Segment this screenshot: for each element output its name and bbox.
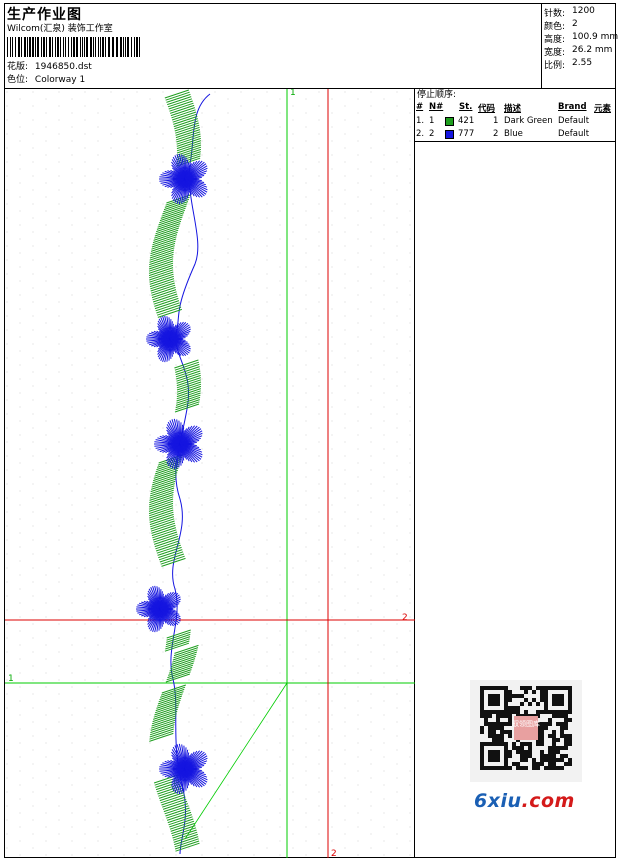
page-title: 生产作业图 — [7, 7, 82, 23]
design-name: 花版: 1946850.dst — [7, 62, 92, 73]
stat-value: 26.2 mm — [572, 45, 613, 55]
stat-label: 高度: — [544, 35, 566, 45]
col-header-brand: Brand — [558, 102, 587, 112]
row-description: Dark Green — [504, 116, 553, 126]
table-row: 1. 1 421 1 Dark Green Default — [416, 116, 614, 128]
row-code: 1 — [493, 116, 499, 126]
watermark-main: 6xiu — [474, 790, 522, 812]
guide-label-green-left: 1 — [8, 674, 14, 684]
stat-value: 100.9 mm — [572, 32, 619, 42]
table-bottom-line — [414, 141, 616, 142]
col-header-stitches: St. — [459, 102, 473, 112]
canvas-background — [5, 89, 415, 858]
stats-divider — [541, 3, 542, 88]
watermark-brand: 6xiu.com — [474, 790, 575, 812]
stat-label: 颜色: — [544, 22, 566, 32]
guide-label-green-top: 1 — [290, 89, 296, 98]
colorway-label: 色位: — [7, 75, 29, 85]
stat-scale: 比例: 2.55 — [544, 58, 592, 71]
row-stitches: 777 — [458, 129, 475, 139]
design-value: 1946850.dst — [34, 62, 92, 72]
qr-logo-text: 驭领图库 — [512, 719, 540, 728]
row-index: 1. — [416, 116, 425, 126]
barcode — [7, 37, 140, 57]
studio-name: Wilcom(汇泉) 装饰工作室 — [7, 24, 113, 34]
stat-value: 2 — [572, 19, 578, 29]
stat-label: 宽度: — [544, 48, 566, 58]
qr-code: 驭领图库 — [470, 680, 582, 782]
col-header-code: 代码 — [478, 104, 496, 114]
stat-height: 高度: 100.9 mm — [544, 32, 618, 45]
stat-stitches: 针数: 1200 — [544, 6, 595, 19]
row-code: 2 — [493, 129, 499, 139]
col-header-description: 描述 — [504, 104, 522, 114]
col-header-number: N# — [429, 102, 444, 112]
stat-value: 1200 — [572, 6, 595, 16]
colorway: 色位: Colorway 1 — [7, 75, 85, 86]
color-swatch-green — [445, 117, 454, 126]
design-label: 花版: — [7, 62, 29, 72]
table-row: 2. 2 777 2 Blue Default — [416, 129, 614, 141]
stat-width: 宽度: 26.2 mm — [544, 45, 612, 58]
guide-label-red-right: 2 — [402, 613, 408, 623]
row-number: 2 — [429, 129, 435, 139]
watermark-suffix: .com — [521, 790, 575, 812]
row-description: Blue — [504, 129, 523, 139]
row-brand: Default — [558, 129, 590, 139]
stat-label: 比例: — [544, 61, 566, 71]
row-stitches: 421 — [458, 116, 475, 126]
stat-value: 2.55 — [572, 58, 593, 68]
col-header-element: 元素 — [594, 104, 612, 114]
stat-label: 针数: — [544, 9, 566, 19]
color-swatch-blue — [445, 130, 454, 139]
stat-colors: 颜色: 2 — [544, 19, 578, 32]
colorway-value: Colorway 1 — [34, 75, 86, 85]
guide-label-red-bottom: 2 — [331, 849, 337, 858]
col-header-index: # — [416, 102, 424, 112]
row-number: 1 — [429, 116, 435, 126]
row-brand: Default — [558, 116, 590, 126]
row-index: 2. — [416, 129, 425, 139]
stop-sequence-title: 停止顺序: — [417, 90, 457, 100]
design-canvas[interactable]: 1 1 2 2 — [5, 89, 415, 858]
